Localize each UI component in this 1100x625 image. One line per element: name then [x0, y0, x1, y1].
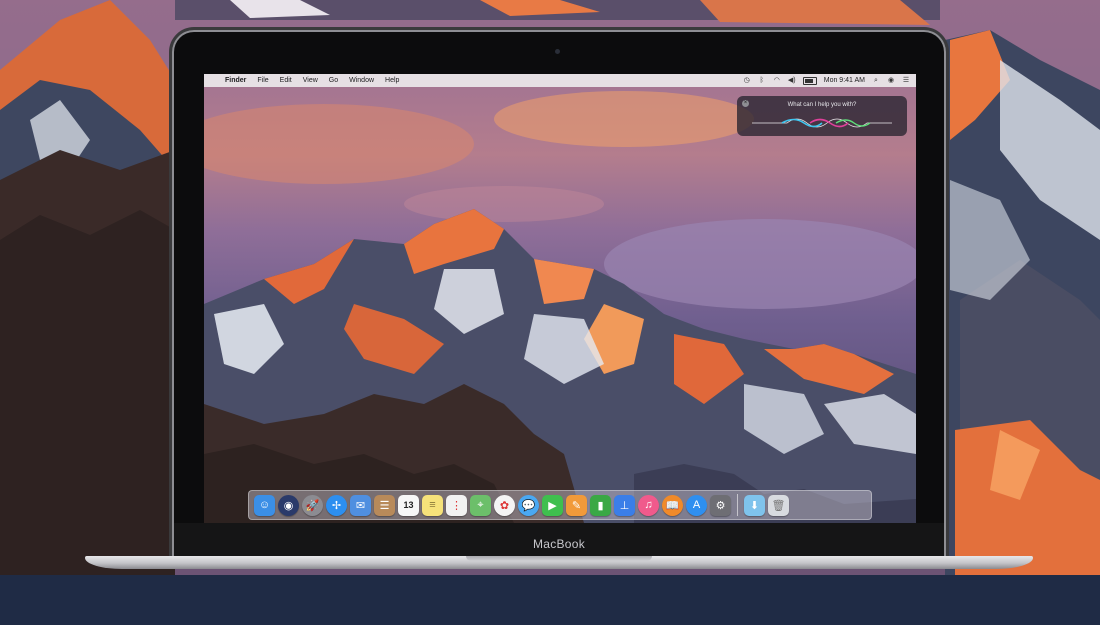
- photos-icon[interactable]: ✿: [494, 494, 515, 516]
- safari-icon[interactable]: ✢: [326, 494, 347, 516]
- menu-help[interactable]: Help: [385, 74, 399, 87]
- keynote-icon[interactable]: ⊥: [614, 494, 635, 516]
- laptop-opening-notch: [466, 556, 652, 561]
- battery-icon[interactable]: [802, 76, 817, 85]
- itunes-icon[interactable]: ♫: [638, 494, 659, 516]
- spotlight-icon[interactable]: ⌕: [872, 77, 880, 85]
- messages-icon[interactable]: 💬: [518, 494, 539, 516]
- reminders-icon[interactable]: ⋮: [446, 494, 467, 516]
- menu-go[interactable]: Go: [329, 74, 338, 87]
- volume-icon[interactable]: ◀): [788, 77, 796, 85]
- siri-waveform-icon: [752, 118, 892, 128]
- launchpad-icon[interactable]: 🚀: [302, 494, 323, 516]
- footer-band: [0, 575, 1100, 625]
- menu-edit[interactable]: Edit: [280, 74, 292, 87]
- siri-icon[interactable]: ◉: [278, 494, 299, 516]
- numbers-icon[interactable]: ▮: [590, 494, 611, 516]
- notification-center-icon[interactable]: ☰: [902, 77, 910, 85]
- macbook-laptop: MacBook Finder File Edit View Go Window …: [0, 0, 1100, 575]
- menu-file[interactable]: File: [257, 74, 268, 87]
- finder-icon[interactable]: ☺: [254, 494, 275, 516]
- menu-clock[interactable]: Mon 9:41 AM: [824, 77, 865, 84]
- laptop-screen: Finder File Edit View Go Window Help ◷ ᛒ…: [204, 74, 916, 523]
- system-preferences-icon[interactable]: ⚙: [710, 494, 731, 516]
- mail-icon[interactable]: ✉: [350, 494, 371, 516]
- dock: ☺ ◉ 🚀 ✢ ✉ ☰ 13 ≡ ⋮ ⌖ ✿ 💬 ▶ ✎ ▮ ⊥ ♫ 📖 A ⚙ ⬇ 🗑: [248, 490, 872, 520]
- calendar-icon[interactable]: 13: [398, 494, 419, 516]
- time-machine-icon[interactable]: ◷: [743, 77, 751, 85]
- menu-bar-status-area: ◷ ᛒ ◠ ◀) Mon 9:41 AM ⌕ ◉ ☰: [743, 74, 910, 87]
- laptop-brand-label: MacBook: [532, 537, 586, 551]
- menu-window[interactable]: Window: [349, 74, 374, 87]
- bluetooth-icon[interactable]: ᛒ: [758, 77, 766, 85]
- camera-icon: [555, 49, 560, 54]
- siri-menu-icon[interactable]: ◉: [887, 77, 895, 85]
- dock-separator: [737, 494, 738, 516]
- contacts-icon[interactable]: ☰: [374, 494, 395, 516]
- facetime-icon[interactable]: ▶: [542, 494, 563, 516]
- desktop-wallpaper: [204, 91, 916, 523]
- menu-finder[interactable]: Finder: [225, 74, 246, 87]
- pages-icon[interactable]: ✎: [566, 494, 587, 516]
- wifi-icon[interactable]: ◠: [773, 77, 781, 85]
- menu-view[interactable]: View: [303, 74, 318, 87]
- menu-bar: Finder File Edit View Go Window Help ◷ ᛒ…: [204, 74, 916, 87]
- downloads-folder-icon[interactable]: ⬇: [744, 494, 765, 516]
- notes-icon[interactable]: ≡: [422, 494, 443, 516]
- ibooks-icon[interactable]: 📖: [662, 494, 683, 516]
- maps-icon[interactable]: ⌖: [470, 494, 491, 516]
- app-store-icon[interactable]: A: [686, 494, 707, 516]
- siri-prompt: What can I help you with?: [787, 102, 857, 108]
- trash-icon[interactable]: 🗑: [768, 494, 789, 516]
- siri-panel: × What can I help you with?: [737, 96, 907, 136]
